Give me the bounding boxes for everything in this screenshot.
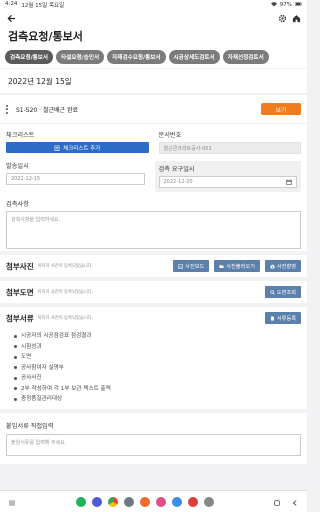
attach-docs-title: 첨부서류: [6, 313, 34, 323]
camera-icon: [270, 264, 275, 268]
list-item: 충청품질관리대상: [14, 394, 297, 405]
app-bar: [0, 10, 307, 26]
chrome-app-icon[interactable]: [107, 496, 118, 507]
wifi-icon: [270, 1, 277, 9]
drag-handle-icon[interactable]: [6, 104, 8, 114]
gear-icon: [278, 14, 286, 22]
recent-apps-icon[interactable]: [8, 492, 16, 511]
notes-label: 검측사항: [6, 201, 29, 208]
view-drawing-button[interactable]: 도면조회: [264, 286, 301, 298]
attach-docs-hint: 이미지 사진이 등록되었습니다.: [37, 316, 94, 321]
app-dock: [75, 496, 214, 507]
list-item: 시공자의 시공점검표 점검결과: [14, 331, 297, 342]
step-label: S1-S20 · 철근배근 완료: [16, 106, 78, 114]
register-docs-label: 서류등록: [276, 315, 296, 322]
request-date-value: 2022-12-20: [163, 179, 193, 185]
document-icon: [270, 316, 274, 320]
tab-material-selection[interactable]: 자재선정검토서: [222, 50, 269, 64]
extra-docs-section: 붙임서류 직접입력 붙임서류를 입력해 주세요.: [0, 408, 307, 464]
home-icon: [292, 14, 300, 22]
page-title: 검측요청/통보서: [0, 26, 307, 47]
request-date-label: 검측 요구일시: [158, 166, 195, 173]
date-header: 2022년 12월 15일: [0, 68, 307, 93]
folder-icon: [219, 264, 224, 268]
sent-date-value: 2022-12-15: [11, 176, 41, 182]
messages-app-icon[interactable]: [171, 496, 182, 507]
add-checklist-button[interactable]: 체크리스트 추가: [6, 142, 149, 153]
attach-drawing-section: 첨부도면 이미지 사진이 등록되었습니다. 도면조회: [0, 277, 307, 303]
status-time: 4:24: [5, 1, 18, 7]
tab-inspection-request[interactable]: 검측요청/통보서: [5, 50, 54, 64]
status-bar: 4:24 12월 15일 목요일 97%: [0, 0, 307, 10]
request-date-field[interactable]: 2022-12-20: [158, 176, 297, 188]
camera-app-icon[interactable]: [187, 496, 198, 507]
list-item: 공사참여자 실명부: [14, 363, 297, 374]
take-photo-label: 사진촬영: [276, 263, 296, 270]
notes-app-icon[interactable]: [139, 496, 150, 507]
back-arrow-icon: [7, 14, 15, 22]
doc-no-field[interactable]: 철근콘크리트공사-001: [158, 142, 301, 154]
list-item: 공사사진: [14, 373, 297, 384]
search-icon: [270, 289, 275, 295]
messenger-app-icon[interactable]: [75, 496, 86, 507]
system-nav-bar: [0, 490, 307, 512]
attach-photo-hint: 이미지 사진이 등록되었습니다.: [37, 264, 94, 269]
extra-docs-placeholder: 붙임서류를 입력해 주세요.: [11, 439, 67, 446]
extra-docs-label: 붙임서류 직접입력: [6, 422, 54, 430]
list-item: 2부 작성하여 각 1부 보관 텍스트 출력: [14, 384, 297, 395]
apps-grid-icon[interactable]: [203, 496, 214, 507]
add-checklist-label: 체크리스트 추가: [63, 145, 101, 152]
register-docs-button[interactable]: 서류등록: [264, 312, 301, 324]
attach-drawing-hint: 이미지 사진이 등록되었습니다.: [37, 290, 94, 295]
settings-button[interactable]: [277, 13, 287, 23]
home-nav-icon[interactable]: [273, 492, 281, 511]
attach-photo-title: 첨부사진: [6, 261, 34, 271]
document-tabs: 검측요청/통보서 타설요청/승인서 자재검수요청/통보서 시공상세도검토서 자재…: [0, 47, 307, 68]
checklist-label: 체크리스트: [6, 132, 35, 139]
take-photo-button[interactable]: 사진촬영: [264, 260, 301, 272]
photo-board-label: 사진보드: [185, 263, 205, 270]
home-button[interactable]: [291, 13, 301, 23]
view-drawing-label: 도면조회: [276, 289, 296, 296]
clipboard-icon: [54, 145, 60, 151]
browser-app-icon[interactable]: [91, 496, 102, 507]
notes-textarea[interactable]: 검측사항을 입력하세요.: [6, 211, 301, 249]
image-icon: [178, 263, 183, 269]
load-photo-button[interactable]: 사진불러오기: [214, 260, 260, 272]
settings-app-icon[interactable]: [123, 496, 134, 507]
notes-placeholder: 검측사항을 입력하세요.: [11, 217, 61, 223]
tab-shop-drawing-review[interactable]: 시공상세도검토서: [168, 50, 220, 64]
attach-docs-section: 첨부서류 이미지 사진이 등록되었습니다. 서류등록: [0, 303, 307, 329]
sent-date-label: 발송일시: [6, 163, 29, 170]
view-button[interactable]: 보기: [261, 103, 301, 115]
list-item: 시험성과: [14, 342, 297, 353]
doc-no-label: 문서번호: [158, 132, 182, 139]
tab-pouring-request[interactable]: 타설요청/승인서: [56, 50, 105, 64]
sent-date-field[interactable]: 2022-12-15: [6, 173, 145, 185]
list-item: 도면: [14, 352, 297, 363]
gallery-app-icon[interactable]: [155, 496, 166, 507]
status-date: 12월 15일 목요일: [21, 3, 65, 9]
battery-icon: [295, 2, 302, 8]
back-nav-icon[interactable]: [291, 492, 299, 511]
tab-material-inspection[interactable]: 자재검수요청/통보서: [107, 50, 166, 64]
attached-docs-list: 시공자의 시공점검표 점검결과 시험성과 도면 공사참여자 실명부 공사사진 2…: [0, 329, 307, 409]
photo-board-button[interactable]: 사진보드: [173, 260, 210, 272]
step-row: S1-S20 · 철근배근 완료 보기: [0, 95, 307, 124]
load-photo-label: 사진불러오기: [226, 263, 255, 270]
battery-percent: 97%: [279, 2, 292, 8]
back-button[interactable]: [6, 13, 16, 23]
extra-docs-textarea[interactable]: 붙임서류를 입력해 주세요.: [6, 433, 301, 456]
attach-photo-section: 첨부사진 이미지 사진이 등록되었습니다. 사진보드 사진불러오기 사진촬영: [0, 251, 307, 277]
inspection-form: 체크리스트 체크리스트 추가 문서번호 철근콘크리트공사-001 발송일시 20…: [0, 124, 307, 251]
attach-drawing-title: 첨부도면: [6, 287, 34, 297]
doc-no-placeholder: 철근콘크리트공사-001: [163, 145, 212, 152]
calendar-icon: [286, 179, 292, 185]
